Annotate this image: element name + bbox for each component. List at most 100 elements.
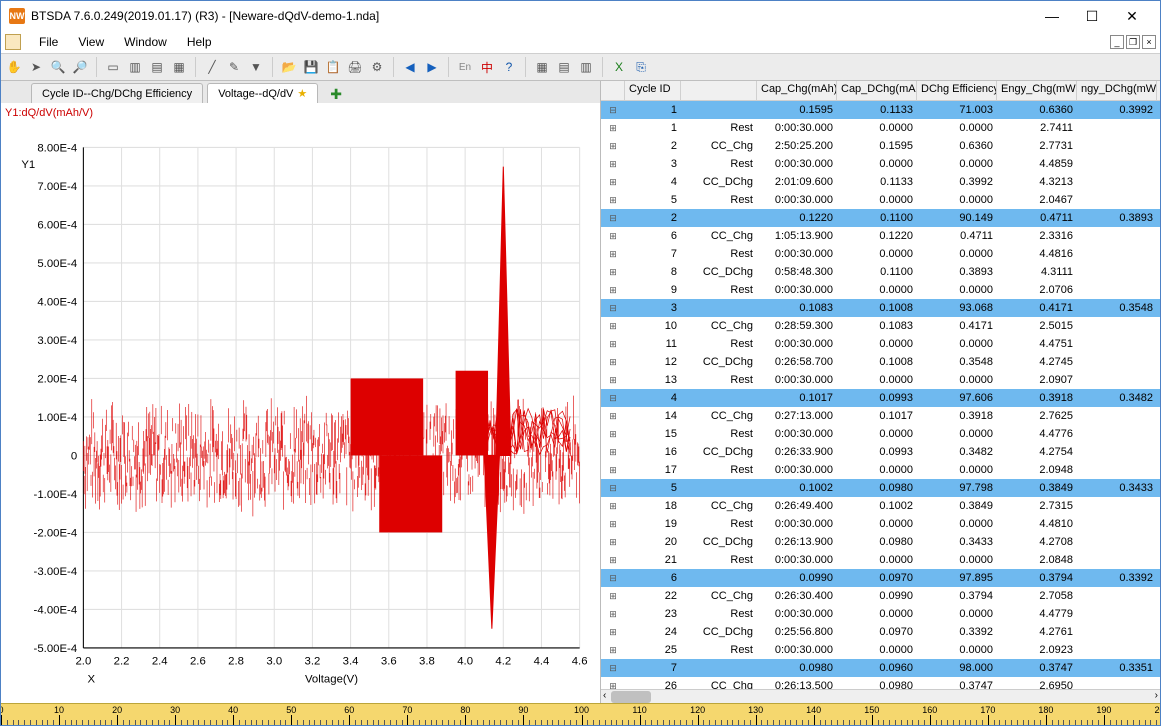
window-close-button[interactable]: ✕ (1112, 2, 1152, 30)
expand-icon[interactable]: ⊞ (601, 609, 625, 620)
cycle-summary-row[interactable]: ⊟ 7 0.09800.0960 98.0000.3747 0.3351 (601, 659, 1160, 677)
expand-icon[interactable]: ⊞ (601, 555, 625, 566)
step-row[interactable]: ⊞ 20CC_DChg 0:26:13.9000.0980 0.34334.27… (601, 533, 1160, 551)
zoom-in-icon[interactable]: 🔍 (49, 58, 67, 76)
expand-icon[interactable]: ⊞ (601, 519, 625, 530)
expand-icon[interactable]: ⊞ (601, 465, 625, 476)
step-row[interactable]: ⊞ 9Rest 0:00:30.0000.0000 0.00002.0706 (601, 281, 1160, 299)
save-icon[interactable]: 💾 (302, 58, 320, 76)
layout-1-icon[interactable]: ▭ (104, 58, 122, 76)
col-cycle-id[interactable]: Cycle ID (625, 81, 681, 100)
expand-icon[interactable]: ⊞ (601, 375, 625, 386)
step-row[interactable]: ⊞ 7Rest 0:00:30.0000.0000 0.00004.4816 (601, 245, 1160, 263)
copy-icon[interactable]: 📋 (324, 58, 342, 76)
expand-icon[interactable]: ⊞ (601, 177, 625, 188)
expand-icon[interactable]: ⊞ (601, 159, 625, 170)
step-row[interactable]: ⊞ 1Rest 0:00:30.0000.0000 0.00002.7411 (601, 119, 1160, 137)
step-row[interactable]: ⊞ 11Rest 0:00:30.0000.0000 0.00004.4751 (601, 335, 1160, 353)
step-row[interactable]: ⊞ 25Rest 0:00:30.0000.0000 0.00002.0923 (601, 641, 1160, 659)
collapse-icon[interactable]: ⊟ (601, 483, 625, 494)
expand-icon[interactable]: ⊞ (601, 339, 625, 350)
grid-style-1-icon[interactable]: ▦ (533, 58, 551, 76)
favorite-star-icon[interactable]: ★ (297, 87, 307, 100)
step-row[interactable]: ⊞ 22CC_Chg 0:26:30.4000.0990 0.37942.705… (601, 587, 1160, 605)
horizontal-scrollbar[interactable]: ‹ › (601, 689, 1160, 703)
step-row[interactable]: ⊞ 18CC_Chg 0:26:49.4000.1002 0.38492.731… (601, 497, 1160, 515)
expand-icon[interactable]: ⊞ (601, 411, 625, 422)
add-tab-button[interactable]: ✚ (322, 86, 350, 103)
step-row[interactable]: ⊞ 5Rest 0:00:30.0000.0000 0.00002.0467 (601, 191, 1160, 209)
cycle-summary-row[interactable]: ⊟ 5 0.10020.0980 97.7980.3849 0.3433 (601, 479, 1160, 497)
collapse-icon[interactable]: ⊟ (601, 213, 625, 224)
expand-icon[interactable]: ⊞ (601, 267, 625, 278)
grid-body[interactable]: ⊟ 1 0.15950.1133 71.0030.6360 0.3992⊞ 1R… (601, 101, 1160, 689)
step-row[interactable]: ⊞ 16CC_DChg 0:26:33.9000.0993 0.34824.27… (601, 443, 1160, 461)
expand-icon[interactable]: ⊞ (601, 231, 625, 242)
cn-language-icon[interactable]: 中 (478, 58, 496, 76)
draw-line-icon[interactable]: ╱ (203, 58, 221, 76)
mdi-minimize-button[interactable]: _ (1110, 35, 1124, 49)
cycle-summary-row[interactable]: ⊟ 6 0.09900.0970 97.8950.3794 0.3392 (601, 569, 1160, 587)
cycle-summary-row[interactable]: ⊟ 4 0.10170.0993 97.6060.3918 0.3482 (601, 389, 1160, 407)
expand-icon[interactable]: ⊞ (601, 429, 625, 440)
col-cap-chg[interactable]: Cap_Chg(mAh) (757, 81, 837, 100)
expand-icon[interactable]: ⊞ (601, 627, 625, 638)
print-icon[interactable]: 🖨 (346, 58, 364, 76)
expand-icon[interactable]: ⊞ (601, 447, 625, 458)
expand-icon[interactable]: ⊞ (601, 123, 625, 134)
step-row[interactable]: ⊞ 17Rest 0:00:30.0000.0000 0.00002.0948 (601, 461, 1160, 479)
step-row[interactable]: ⊞ 14CC_Chg 0:27:13.0000.1017 0.39182.762… (601, 407, 1160, 425)
tab-voltage-dqdv[interactable]: Voltage--dQ/dV★ (207, 83, 318, 103)
grid-style-3-icon[interactable]: ▥ (577, 58, 595, 76)
collapse-icon[interactable]: ⊟ (601, 105, 625, 116)
layout-2-icon[interactable]: ▥ (126, 58, 144, 76)
export-excel-icon[interactable]: X (610, 58, 628, 76)
tab-cycle-efficiency[interactable]: Cycle ID--Chg/DChg Efficiency (31, 83, 203, 103)
expand-icon[interactable]: ⊞ (601, 591, 625, 602)
expand-icon[interactable]: ⊞ (601, 681, 625, 690)
collapse-icon[interactable]: ⊟ (601, 393, 625, 404)
expand-icon[interactable]: ⊞ (601, 195, 625, 206)
step-row[interactable]: ⊞ 4CC_DChg 2:01:09.6000.1133 0.39924.321… (601, 173, 1160, 191)
export-data-icon[interactable]: ⎘ (632, 58, 650, 76)
layout-3-icon[interactable]: ▤ (148, 58, 166, 76)
expand-icon[interactable]: ⊞ (601, 537, 625, 548)
step-row[interactable]: ⊞ 12CC_DChg 0:26:58.7000.1008 0.35484.27… (601, 353, 1160, 371)
cycle-summary-row[interactable]: ⊟ 1 0.15950.1133 71.0030.6360 0.3992 (601, 101, 1160, 119)
hand-tool-icon[interactable]: ✋ (5, 58, 23, 76)
step-row[interactable]: ⊞ 26CC_Chg 0:26:13.5000.0980 0.37472.695… (601, 677, 1160, 689)
step-row[interactable]: ⊞ 6CC_Chg 1:05:13.9000.1220 0.47112.3316 (601, 227, 1160, 245)
expand-icon[interactable]: ⊞ (601, 645, 625, 656)
cycle-summary-row[interactable]: ⊟ 2 0.12200.1100 90.1490.4711 0.3893 (601, 209, 1160, 227)
open-folder-icon[interactable]: 📂 (280, 58, 298, 76)
step-row[interactable]: ⊞ 21Rest 0:00:30.0000.0000 0.00002.0848 (601, 551, 1160, 569)
step-row[interactable]: ⊞ 3Rest 0:00:30.0000.0000 0.00004.4859 (601, 155, 1160, 173)
collapse-icon[interactable]: ⊟ (601, 303, 625, 314)
zoom-out-icon[interactable]: 🔎 (71, 58, 89, 76)
marker-icon[interactable]: ✎ (225, 58, 243, 76)
expand-icon[interactable]: ⊞ (601, 501, 625, 512)
menu-window[interactable]: Window (114, 33, 177, 51)
col-cap-dchg[interactable]: Cap_DChg(mAh) (837, 81, 917, 100)
en-language-icon[interactable]: En (456, 58, 474, 76)
expand-icon[interactable]: ⊞ (601, 321, 625, 332)
settings-gear-icon[interactable]: ⚙ (368, 58, 386, 76)
collapse-icon[interactable]: ⊟ (601, 663, 625, 674)
step-row[interactable]: ⊞ 15Rest 0:00:30.0000.0000 0.00004.4776 (601, 425, 1160, 443)
col-dchg-eff[interactable]: DChg Efficiency (917, 81, 997, 100)
help-query-icon[interactable]: ? (500, 58, 518, 76)
bottom-ruler[interactable]: 0102030405060708090100110120130140150160… (1, 703, 1160, 725)
layout-4-icon[interactable]: ▦ (170, 58, 188, 76)
menu-help[interactable]: Help (177, 33, 222, 51)
expand-icon[interactable]: ⊞ (601, 357, 625, 368)
step-row[interactable]: ⊞ 19Rest 0:00:30.0000.0000 0.00004.4810 (601, 515, 1160, 533)
cycle-summary-row[interactable]: ⊟ 3 0.10830.1008 93.0680.4171 0.3548 (601, 299, 1160, 317)
step-row[interactable]: ⊞ 8CC_DChg 0:58:48.3000.1100 0.38934.311… (601, 263, 1160, 281)
menu-file[interactable]: File (29, 33, 68, 51)
step-row[interactable]: ⊞ 13Rest 0:00:30.0000.0000 0.00002.0907 (601, 371, 1160, 389)
collapse-icon[interactable]: ⊟ (601, 573, 625, 584)
nav-forward-icon[interactable]: ▶ (423, 58, 441, 76)
mdi-close-button[interactable]: × (1142, 35, 1156, 49)
step-row[interactable]: ⊞ 23Rest 0:00:30.0000.0000 0.00004.4779 (601, 605, 1160, 623)
chart-plot[interactable]: 2.02.22.42.62.83.03.23.43.63.84.04.24.44… (11, 127, 590, 699)
